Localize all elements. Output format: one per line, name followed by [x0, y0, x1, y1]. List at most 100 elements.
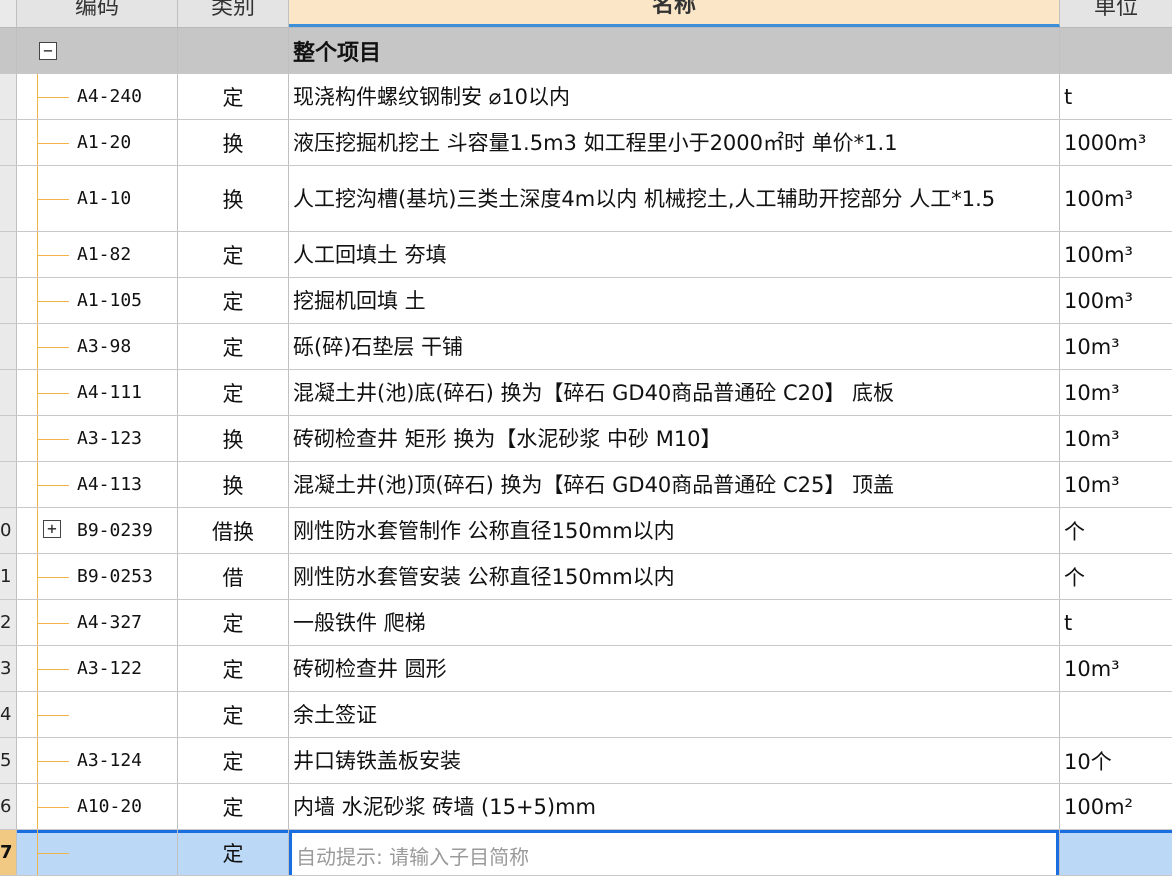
unit-cell[interactable]	[1060, 830, 1172, 875]
type-cell[interactable]: 定	[178, 830, 289, 875]
table-row[interactable]: 6 A10-20 定内墙 水泥砂浆 砖墙 (15+5)mm 100m²	[0, 784, 1172, 830]
name-cell[interactable]: 自动提示: 请输入子目简称	[289, 830, 1060, 875]
code-cell[interactable]: A3-98	[17, 324, 178, 369]
name-cell[interactable]: 现浇构件螺纹钢制安 ⌀10以内	[289, 74, 1060, 119]
name-cell[interactable]: 砖砌检查井 矩形 换为【水泥砂浆 中砂 M10】	[289, 416, 1060, 461]
name-cell[interactable]: 余土签证	[289, 692, 1060, 737]
unit-cell[interactable]: 100m²	[1060, 784, 1172, 829]
unit-cell[interactable]: 10个	[1060, 738, 1172, 783]
code-cell[interactable]	[17, 692, 178, 737]
column-header-name[interactable]: 名称	[289, 0, 1060, 27]
table-row[interactable]: A1-10 换人工挖沟槽(基坑)三类土深度4m以内 机械挖土,人工辅助开挖部分 人…	[0, 166, 1172, 232]
code-cell[interactable]: A3-123	[17, 416, 178, 461]
code-cell[interactable]: A1-82	[17, 232, 178, 277]
unit-cell[interactable]: 10m³	[1060, 416, 1172, 461]
tree-branch	[37, 806, 69, 808]
type-cell[interactable]: 换	[178, 462, 289, 507]
unit-text: 个	[1064, 519, 1085, 544]
tree-branch	[37, 622, 69, 624]
unit-cell[interactable]: 10m³	[1060, 646, 1172, 691]
type-cell[interactable]: 借换	[178, 508, 289, 553]
name-cell[interactable]: 混凝土井(池)顶(碎石) 换为【碎石 GD40商品普通砼 C25】 顶盖	[289, 462, 1060, 507]
name-cell[interactable]: 刚性防水套管制作 公称直径150mm以内	[289, 508, 1060, 553]
type-cell[interactable]: 定	[178, 692, 289, 737]
table-row[interactable]: A1-105 定挖掘机回填 土 100m³	[0, 278, 1172, 324]
type-cell[interactable]: 定	[178, 784, 289, 829]
code-cell[interactable]: A10-20	[17, 784, 178, 829]
code-cell[interactable]: A4-327	[17, 600, 178, 645]
unit-cell[interactable]: 个	[1060, 508, 1172, 553]
table-row[interactable]: 5 A3-124 定井口铸铁盖板安装 10个	[0, 738, 1172, 784]
tree-branch	[37, 438, 69, 440]
type-cell[interactable]: 借	[178, 554, 289, 599]
type-cell[interactable]: 定	[178, 646, 289, 691]
name-input[interactable]: 自动提示: 请输入子目简称	[289, 830, 1059, 875]
code-cell[interactable]: A4-240	[17, 74, 178, 119]
unit-cell[interactable]: 个	[1060, 554, 1172, 599]
type-cell[interactable]: 定	[178, 278, 289, 323]
table-row[interactable]: 1 B9-0253 借刚性防水套管安装 公称直径150mm以内 个	[0, 554, 1172, 600]
unit-cell[interactable]: 10m³	[1060, 462, 1172, 507]
unit-cell[interactable]: 100m³	[1060, 232, 1172, 277]
unit-cell[interactable]: t	[1060, 600, 1172, 645]
code-cell[interactable]: A3-124	[17, 738, 178, 783]
code-cell[interactable]: + B9-0239	[17, 508, 178, 553]
type-cell[interactable]: 定	[178, 738, 289, 783]
name-text: 砾(碎)石垫层 干铺	[293, 334, 464, 359]
type-cell[interactable]: 定	[178, 74, 289, 119]
name-cell[interactable]: 一般铁件 爬梯	[289, 600, 1060, 645]
name-cell[interactable]: 挖掘机回填 土	[289, 278, 1060, 323]
table-row[interactable]: 3 A3-122 定砖砌检查井 圆形 10m³	[0, 646, 1172, 692]
unit-cell[interactable]: t	[1060, 74, 1172, 119]
group-row[interactable]: − 整个项目	[0, 28, 1172, 74]
name-cell[interactable]: 砾(碎)石垫层 干铺	[289, 324, 1060, 369]
table-row[interactable]: A4-111 定混凝土井(池)底(碎石) 换为【碎石 GD40商品普通砼 C20】…	[0, 370, 1172, 416]
type-cell[interactable]: 定	[178, 370, 289, 415]
code-cell[interactable]: A4-111	[17, 370, 178, 415]
edit-row[interactable]: 7 定 自动提示: 请输入子目简称	[0, 830, 1172, 876]
table-row[interactable]: A3-123 换砖砌检查井 矩形 换为【水泥砂浆 中砂 M10】 10m³	[0, 416, 1172, 462]
table-row[interactable]: 2 A4-327 定一般铁件 爬梯 t	[0, 600, 1172, 646]
name-text: 刚性防水套管安装 公称直径150mm以内	[293, 564, 675, 589]
name-cell[interactable]: 砖砌检查井 圆形	[289, 646, 1060, 691]
type-cell[interactable]: 换	[178, 120, 289, 165]
table-row[interactable]: 4 定余土签证	[0, 692, 1172, 738]
name-cell[interactable]: 液压挖掘机挖土 斗容量1.5m3 如工程里小于2000㎡时 单价*1.1	[289, 120, 1060, 165]
unit-cell[interactable]	[1060, 692, 1172, 737]
code-cell[interactable]: A1-10	[17, 166, 178, 231]
column-header-unit[interactable]: 单位	[1060, 0, 1172, 27]
table-row[interactable]: A1-20 换液压挖掘机挖土 斗容量1.5m3 如工程里小于2000㎡时 单价*1…	[0, 120, 1172, 166]
table-row[interactable]: A3-98 定砾(碎)石垫层 干铺 10m³	[0, 324, 1172, 370]
code-cell[interactable]: A4-113	[17, 462, 178, 507]
type-cell[interactable]: 换	[178, 416, 289, 461]
name-cell[interactable]: 人工回填土 夯填	[289, 232, 1060, 277]
code-cell[interactable]: A1-20	[17, 120, 178, 165]
type-cell[interactable]: 定	[178, 600, 289, 645]
type-cell[interactable]: 定	[178, 232, 289, 277]
name-cell[interactable]: 井口铸铁盖板安装	[289, 738, 1060, 783]
code-cell[interactable]: A1-105	[17, 278, 178, 323]
unit-cell[interactable]: 10m³	[1060, 370, 1172, 415]
table-row[interactable]: A1-82 定人工回填土 夯填 100m³	[0, 232, 1172, 278]
unit-cell[interactable]: 100m³	[1060, 166, 1172, 231]
unit-cell[interactable]: 1000m³	[1060, 120, 1172, 165]
type-cell[interactable]: 换	[178, 166, 289, 231]
collapse-icon[interactable]: −	[39, 42, 57, 60]
name-cell[interactable]: 内墙 水泥砂浆 砖墙 (15+5)mm	[289, 784, 1060, 829]
name-cell[interactable]: 混凝土井(池)底(碎石) 换为【碎石 GD40商品普通砼 C20】 底板	[289, 370, 1060, 415]
row-number: 5	[0, 738, 17, 783]
table-row[interactable]: A4-240 定现浇构件螺纹钢制安 ⌀10以内 t	[0, 74, 1172, 120]
code-cell[interactable]: A3-122	[17, 646, 178, 691]
name-cell[interactable]: 刚性防水套管安装 公称直径150mm以内	[289, 554, 1060, 599]
name-cell[interactable]: 人工挖沟槽(基坑)三类土深度4m以内 机械挖土,人工辅助开挖部分 人工*1.5	[289, 166, 1060, 231]
table-row[interactable]: 0 + B9-0239 借换 刚性防水套管制作 公称直径150mm以内 个	[0, 508, 1172, 554]
column-header-type[interactable]: 类别	[178, 0, 289, 27]
unit-cell[interactable]: 100m³	[1060, 278, 1172, 323]
code-cell[interactable]	[17, 830, 178, 875]
column-header-code[interactable]: 编码	[17, 0, 178, 27]
table-row[interactable]: A4-113 换混凝土井(池)顶(碎石) 换为【碎石 GD40商品普通砼 C25】…	[0, 462, 1172, 508]
expand-icon[interactable]: +	[43, 520, 61, 538]
code-cell[interactable]: B9-0253	[17, 554, 178, 599]
type-cell[interactable]: 定	[178, 324, 289, 369]
unit-cell[interactable]: 10m³	[1060, 324, 1172, 369]
